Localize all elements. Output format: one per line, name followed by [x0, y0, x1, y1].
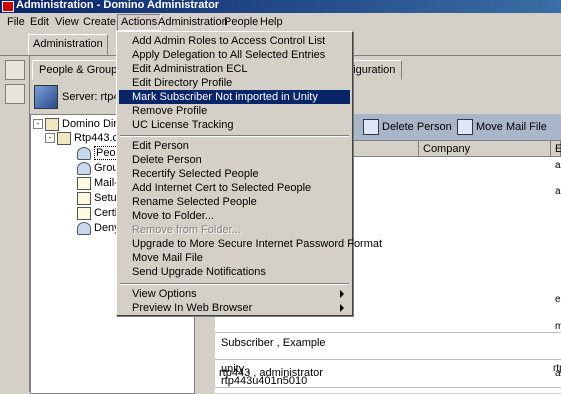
submenu-arrow-icon — [340, 304, 344, 312]
menu-item-add-internet-cert[interactable]: Add Internet Cert to Selected People — [119, 181, 350, 195]
menu-view[interactable]: View — [52, 15, 82, 30]
tree-item-groups[interactable]: Grou — [77, 161, 118, 175]
menu-edit[interactable]: Edit — [27, 15, 52, 30]
menu-bar: File Edit View Create Actions Administra… — [0, 13, 561, 31]
menu-create[interactable]: Create — [80, 15, 119, 30]
mail-in-icon — [77, 176, 91, 190]
bookmark-bar — [0, 56, 30, 392]
menu-item-delete-person[interactable]: Delete Person — [119, 153, 350, 167]
window-title: Administration - Domino Administrator — [16, 0, 220, 11]
title-bar: Administration - Domino Administrator — [0, 0, 561, 13]
domino-app-icon — [2, 1, 14, 12]
menu-item-edit-person[interactable]: Edit Person — [119, 139, 350, 153]
delete-person-button[interactable]: Delete Person — [363, 118, 452, 136]
collapse-icon[interactable]: - — [33, 119, 43, 130]
menu-item-add-admin-roles[interactable]: Add Admin Roles to Access Control List — [119, 34, 350, 48]
bookmark-page-icon[interactable] — [5, 60, 25, 80]
menu-item-rename-selected-people[interactable]: Rename Selected People — [119, 195, 350, 209]
row-divider — [215, 359, 561, 360]
menu-item-upgrade-password-format[interactable]: Upgrade to More Secure Internet Password… — [119, 237, 382, 251]
menu-help[interactable]: Help — [257, 15, 286, 30]
menu-item-edit-directory-profile[interactable]: Edit Directory Profile — [119, 76, 350, 90]
menu-item-move-mail-file[interactable]: Move Mail File — [119, 251, 350, 265]
menu-item-mark-subscriber-not-imported[interactable]: Mark Subscriber Not imported in Unity — [119, 90, 350, 104]
move-mail-file-icon — [457, 119, 473, 136]
book-icon — [57, 131, 71, 145]
menu-separator — [120, 283, 349, 285]
collapse-icon[interactable]: - — [45, 133, 55, 144]
menu-separator — [120, 135, 349, 137]
table-row[interactable]: unity , rtp443u401n5010 — [221, 363, 307, 387]
server-icon — [34, 85, 58, 109]
bookmark-book-icon[interactable] — [5, 84, 25, 104]
row-divider — [215, 332, 561, 333]
tree-item-deny[interactable]: Deny — [77, 221, 120, 235]
tree-item-domino-directory[interactable]: - Domino Dir — [33, 117, 117, 131]
row-divider — [215, 387, 561, 388]
tree-item-certificates[interactable]: Certi — [77, 206, 117, 220]
email-cell: ac — [555, 186, 561, 197]
book-icon — [45, 117, 59, 131]
menu-item-view-options[interactable]: View Options — [119, 287, 350, 301]
email-cell: en — [555, 294, 561, 305]
menu-item-recertify-selected-people[interactable]: Recertify Selected People — [119, 167, 350, 181]
certificate-icon — [77, 206, 91, 220]
menu-people[interactable]: People — [221, 15, 261, 30]
setup-icon — [77, 191, 91, 205]
menu-item-preview-in-web-browser[interactable]: Preview In Web Browser — [119, 301, 350, 315]
tree-item-rtp443[interactable]: - Rtp443.c — [45, 131, 118, 145]
administration-tab-label: Administration — [33, 38, 103, 50]
column-header-company[interactable]: Company — [419, 141, 551, 157]
menu-item-apply-delegation[interactable]: Apply Delegation to All Selected Entries — [119, 48, 350, 62]
people-icon — [77, 146, 91, 160]
menu-item-send-upgrade-notifications[interactable]: Send Upgrade Notifications — [119, 265, 350, 279]
menu-item-remove-profile[interactable]: Remove Profile — [119, 104, 350, 118]
tab-administration[interactable]: Administration — [28, 34, 108, 55]
menu-item-edit-administration-ecl[interactable]: Edit Administration ECL — [119, 62, 350, 76]
email-cell: m — [555, 321, 561, 332]
deny-group-icon — [77, 221, 91, 235]
delete-person-icon — [363, 119, 379, 136]
actions-dropdown-menu: Add Admin Roles to Access Control List A… — [116, 31, 382, 316]
move-mail-file-button[interactable]: Move Mail File — [457, 118, 547, 136]
menu-item-move-to-folder[interactable]: Move to Folder... — [119, 209, 350, 223]
column-header-email[interactable]: E — [551, 141, 561, 157]
submenu-arrow-icon — [340, 290, 344, 298]
email-cell: rtp — [553, 363, 561, 374]
menu-administration[interactable]: Administration — [155, 15, 231, 30]
table-row[interactable]: Subscriber , Example — [221, 337, 326, 349]
menu-item-uc-license-tracking[interactable]: UC License Tracking — [119, 118, 350, 132]
tree-item-setup[interactable]: Setu — [77, 191, 117, 205]
groups-icon — [77, 161, 91, 175]
people-groups-tab-label: People & Groups — [39, 64, 123, 76]
email-cell: ac — [555, 160, 561, 171]
tree-item-mail-in[interactable]: Mail- — [77, 176, 118, 190]
menu-file[interactable]: File — [4, 15, 28, 30]
menu-item-remove-from-folder: Remove from Folder... — [132, 224, 241, 236]
